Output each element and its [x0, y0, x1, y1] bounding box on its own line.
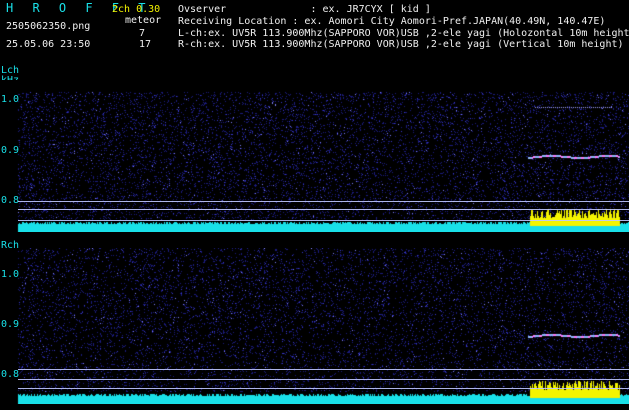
observer-info: Ovserver : ex. JR7CYX [ kid ]: [178, 4, 431, 15]
datetime-label: 25.05.06 23:50: [6, 39, 91, 50]
rch-spectrogram-canvas: [0, 248, 629, 404]
meteor-label: meteor: [125, 15, 162, 26]
lch-y-tick-0.9: 0.9: [1, 145, 20, 156]
rch-equipment-info: R-ch:ex. UV5R 113.900Mhz(SAPPORO VOR)USB…: [178, 39, 624, 50]
rch-spectrogram: 1.0 0.9 0.8: [0, 248, 629, 404]
rch-meteor-count: 17: [139, 39, 152, 50]
rch-y-tick-0.8: 0.8: [1, 369, 20, 380]
rch-grid-line: [18, 379, 629, 380]
lch-meteor-count: 7: [139, 28, 146, 39]
rch-grid-line: [18, 388, 629, 389]
channel-info-label: 2ch 0.30: [112, 4, 161, 15]
lch-equipment-info: L-ch:ex. UV5R 113.900Mhz(SAPPORO VOR)USB…: [178, 28, 629, 39]
lch-grid-line: [18, 220, 629, 221]
lch-y-tick-1.0: 1.0: [1, 94, 20, 105]
location-info: Receiving Location : ex. Aomori City Aom…: [178, 16, 606, 27]
lch-grid-line: [18, 201, 629, 202]
lch-spectrogram: 1.0 0.9 0.8: [0, 80, 629, 232]
rch-y-tick-1.0: 1.0: [1, 269, 20, 280]
filename-label: 2505062350.png: [6, 21, 91, 32]
rch-y-tick-0.9: 0.9: [1, 319, 20, 330]
lch-y-tick-0.8: 0.8: [1, 195, 20, 206]
rch-grid-line: [18, 369, 629, 370]
lch-grid-line: [18, 209, 629, 210]
